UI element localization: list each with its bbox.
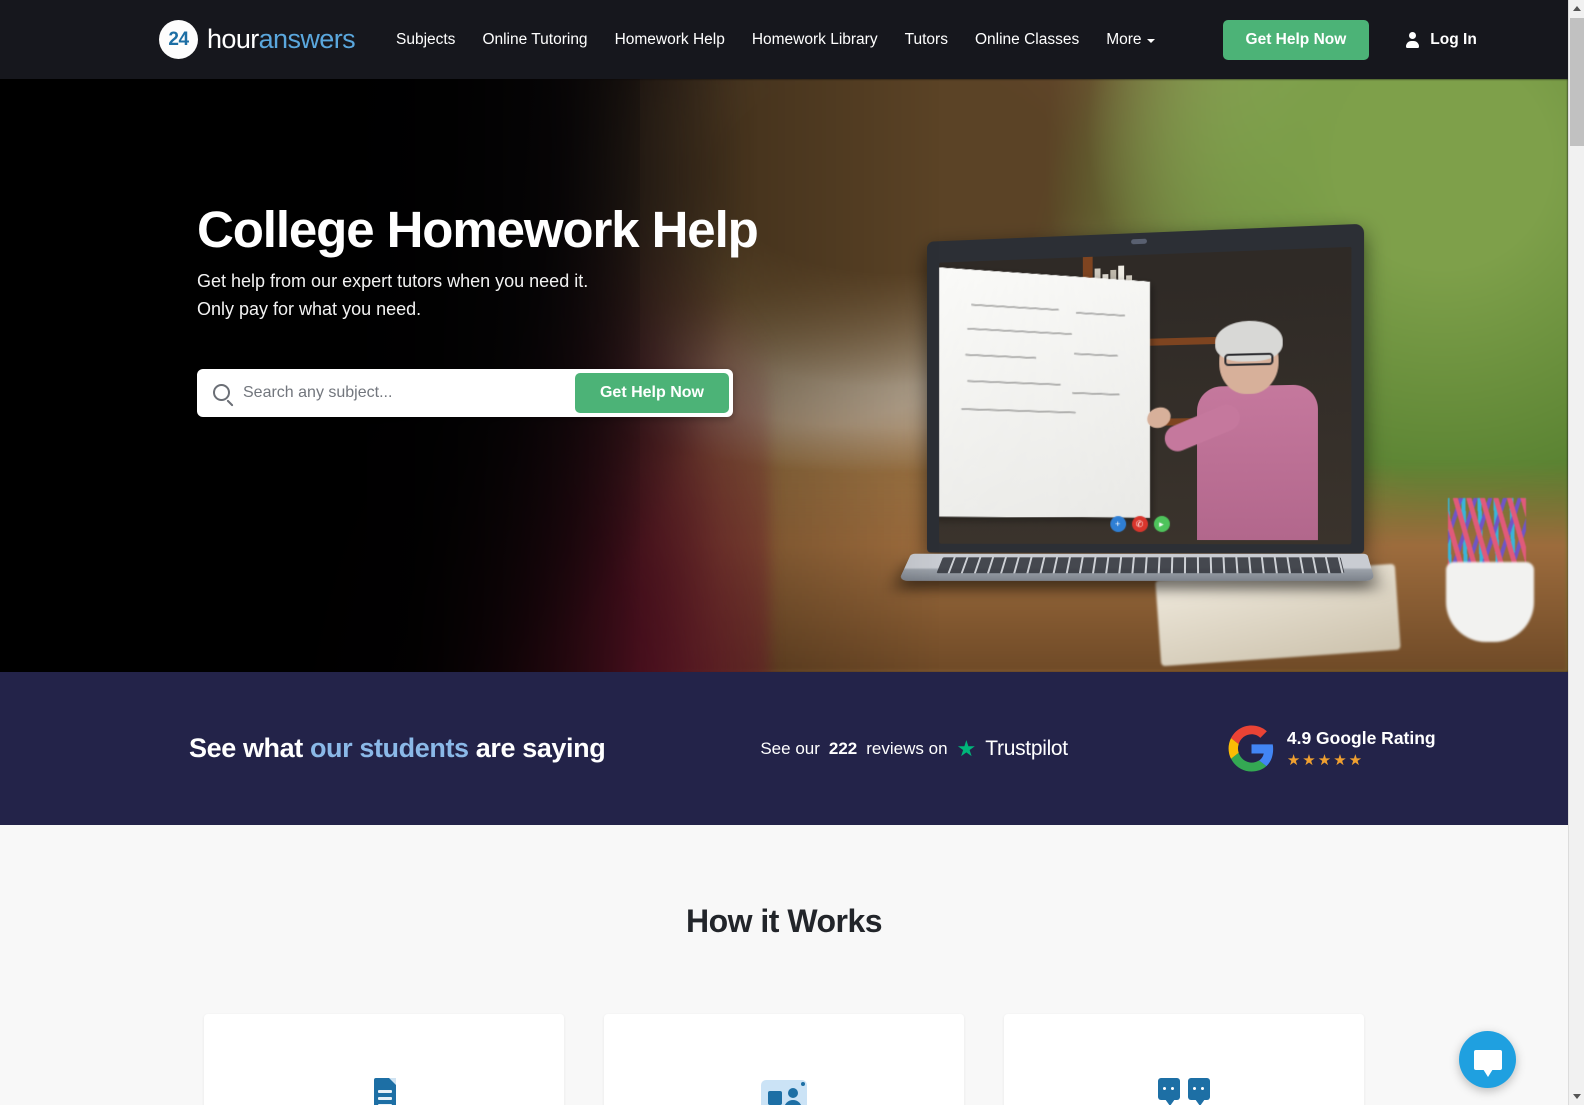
nav-item-more[interactable]: More bbox=[1106, 30, 1155, 49]
nav-label: Online Tutoring bbox=[482, 30, 588, 48]
how-it-works-card-3[interactable] bbox=[1004, 1014, 1364, 1105]
how-it-works-cards bbox=[0, 1014, 1568, 1105]
hero-subtitle: Get help from our expert tutors when you… bbox=[197, 268, 1568, 324]
google-rating-label: 4.9 Google Rating bbox=[1286, 728, 1436, 748]
chat-bubbles-icon bbox=[1158, 1078, 1210, 1105]
person-icon bbox=[1405, 31, 1420, 48]
hero-subtitle-line2: Only pay for what you need. bbox=[197, 298, 422, 319]
nav-item-homework-help[interactable]: Homework Help bbox=[615, 31, 725, 49]
browser-viewport: 24 houranswers Subjects Online Tutoring … bbox=[0, 0, 1584, 1105]
chevron-down-icon bbox=[1146, 39, 1155, 43]
hero-section: + ✆ ▸ College Homework Help Get help fro… bbox=[0, 79, 1568, 672]
trustpilot-star-icon: ★ bbox=[956, 735, 977, 761]
nav-label: Subjects bbox=[395, 30, 456, 48]
google-logo-icon bbox=[1228, 725, 1275, 772]
nav-label: Tutors bbox=[904, 30, 948, 48]
nav-item-homework-library[interactable]: Homework Library bbox=[752, 31, 878, 49]
scroll-up-button[interactable] bbox=[1569, 0, 1584, 17]
search-get-help-now-button[interactable]: Get Help Now bbox=[574, 372, 729, 413]
hero-subtitle-line1: Get help from our expert tutors when you… bbox=[197, 271, 589, 292]
nav-label: Homework Library bbox=[751, 30, 878, 48]
band-title-part1: See what bbox=[189, 733, 310, 763]
chevron-up-icon bbox=[1573, 6, 1581, 11]
site-header: 24 houranswers Subjects Online Tutoring … bbox=[0, 0, 1568, 79]
how-it-works-card-1[interactable] bbox=[204, 1014, 564, 1105]
document-icon bbox=[362, 1078, 406, 1105]
nav-label: More bbox=[1106, 30, 1142, 48]
trustpilot-reviews-link[interactable]: See our 222 reviews on ★ Trustpilot bbox=[760, 737, 1068, 761]
site-logo[interactable]: 24 houranswers bbox=[159, 20, 356, 59]
logo-badge-24: 24 bbox=[159, 20, 198, 59]
nav-item-subjects[interactable]: Subjects bbox=[396, 31, 455, 49]
nav-item-online-classes[interactable]: Online Classes bbox=[975, 31, 1079, 49]
scroll-down-button[interactable] bbox=[1569, 1088, 1584, 1105]
chat-widget-button[interactable] bbox=[1459, 1031, 1516, 1088]
nav-item-online-tutoring[interactable]: Online Tutoring bbox=[482, 31, 587, 49]
google-rating-stars: ★★★★★ bbox=[1286, 752, 1365, 769]
hero-search-bar: Get Help Now bbox=[197, 368, 733, 417]
hero-content: College Homework Help Get help from our … bbox=[0, 79, 1568, 417]
scrollbar-thumb[interactable] bbox=[1570, 18, 1584, 146]
logo-word-hour: hour bbox=[207, 24, 259, 54]
reviews-band: See what our students are saying See our… bbox=[0, 672, 1568, 825]
band-title-part2: are saying bbox=[468, 733, 606, 763]
trustpilot-review-count: 222 bbox=[828, 738, 858, 758]
vertical-scrollbar[interactable] bbox=[1568, 0, 1584, 1105]
google-rating-text-group: 4.9 Google Rating ★★★★★ bbox=[1287, 728, 1436, 769]
google-rating[interactable]: 4.9 Google Rating ★★★★★ bbox=[1228, 725, 1436, 772]
login-label: Log In bbox=[1430, 30, 1477, 48]
login-button[interactable]: Log In bbox=[1405, 31, 1477, 49]
search-icon bbox=[213, 384, 230, 402]
trustpilot-mid-text: reviews on bbox=[866, 738, 948, 758]
search-input[interactable] bbox=[230, 383, 575, 402]
logo-word-answers: answers bbox=[258, 24, 356, 54]
chat-bubble-icon bbox=[1473, 1049, 1502, 1077]
logo-wordmark: houranswers bbox=[207, 24, 356, 55]
chevron-down-icon bbox=[1573, 1094, 1581, 1099]
video-call-icon bbox=[761, 1078, 807, 1105]
band-title-accent: our students bbox=[309, 733, 469, 763]
how-it-works-section: How it Works bbox=[0, 825, 1568, 1105]
trustpilot-label: Trustpilot bbox=[985, 736, 1068, 760]
how-it-works-title: How it Works bbox=[685, 903, 883, 939]
nav-item-tutors[interactable]: Tutors bbox=[905, 31, 948, 49]
get-help-now-button[interactable]: Get Help Now bbox=[1222, 19, 1370, 60]
main-navigation: Subjects Online Tutoring Homework Help H… bbox=[396, 31, 1155, 49]
page-title: College Homework Help bbox=[197, 201, 759, 258]
reviews-band-title: See what our students are saying bbox=[0, 733, 606, 764]
how-it-works-card-2[interactable] bbox=[604, 1014, 964, 1105]
nav-label: Homework Help bbox=[614, 30, 725, 48]
nav-label: Online Classes bbox=[974, 30, 1080, 48]
header-actions: Get Help Now Log In bbox=[1222, 19, 1477, 60]
trustpilot-pre-text: See our bbox=[760, 738, 820, 758]
page-content: 24 houranswers Subjects Online Tutoring … bbox=[0, 0, 1568, 1105]
